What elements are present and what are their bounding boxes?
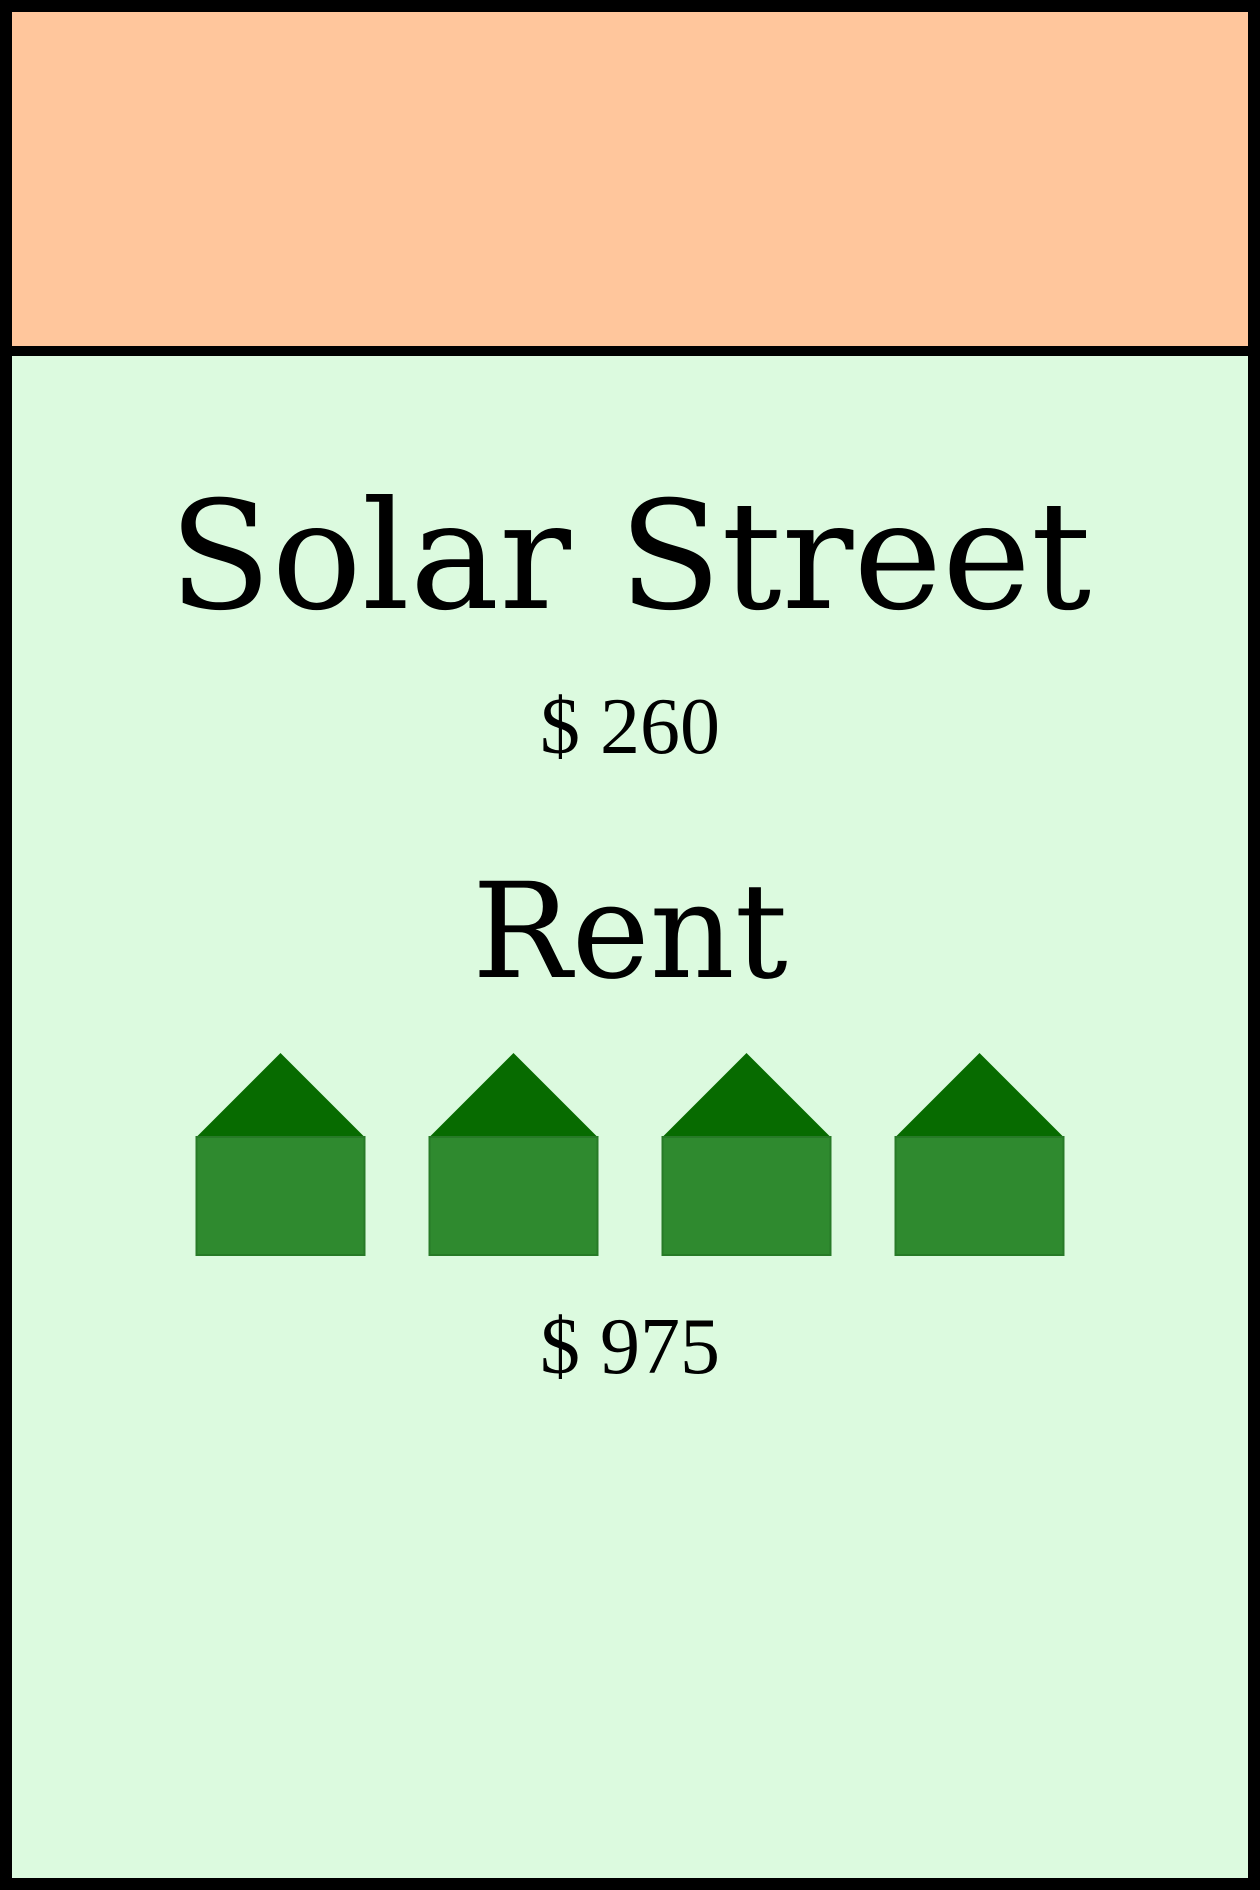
property-card: Solar Street $ 260 Rent $ 975 xyxy=(0,0,1260,1890)
house-icon xyxy=(661,1053,832,1256)
house-icon xyxy=(195,1053,366,1256)
house-icon xyxy=(894,1053,1065,1256)
house-roof xyxy=(895,1053,1064,1137)
rent-label: Rent xyxy=(472,855,788,1009)
property-price: $ 260 xyxy=(540,683,720,771)
house-roof xyxy=(429,1053,598,1137)
rent-value: $ 975 xyxy=(540,1303,720,1391)
house-body xyxy=(428,1136,599,1256)
house-body xyxy=(894,1136,1065,1256)
color-band xyxy=(12,12,1248,356)
house-body xyxy=(195,1136,366,1256)
property-title: Solar Street xyxy=(168,470,1092,644)
house-body xyxy=(661,1136,832,1256)
houses-row xyxy=(195,1053,1065,1256)
house-roof xyxy=(196,1053,365,1137)
house-icon xyxy=(428,1053,599,1256)
house-roof xyxy=(662,1053,831,1137)
